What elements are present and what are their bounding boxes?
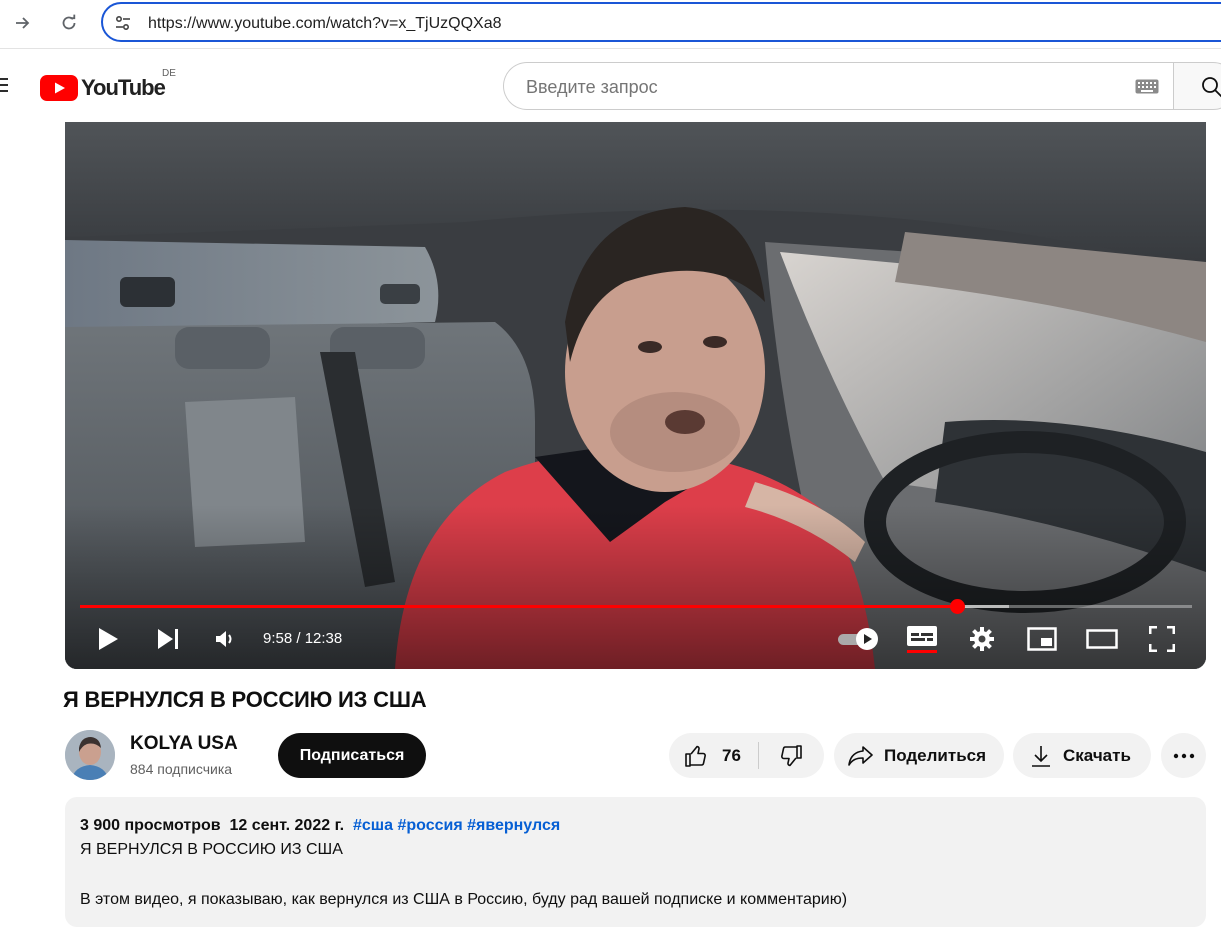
reload-icon: [62, 14, 76, 30]
keyboard-icon[interactable]: [1135, 79, 1159, 94]
subscriber-count: 884 подписчика: [130, 761, 233, 777]
hashtag-link[interactable]: #сша: [353, 817, 393, 834]
like-count: 76: [722, 745, 741, 765]
progress-played: [80, 605, 958, 608]
description-box[interactable]: 3 900 просмотров 12 сент. 2022 г. #сша #…: [65, 797, 1206, 927]
like-dislike-group: 76: [669, 733, 824, 778]
youtube-logo-icon: [40, 75, 78, 101]
youtube-logo[interactable]: YouTube DE: [40, 68, 176, 101]
share-label: Поделиться: [884, 745, 987, 765]
more-actions-button[interactable]: [1161, 733, 1206, 778]
progress-bar[interactable]: [80, 599, 1192, 614]
download-label: Скачать: [1063, 745, 1131, 765]
view-count: 3 900 просмотров: [80, 817, 221, 834]
fullscreen-icon: [1149, 626, 1175, 652]
theater-icon: [1086, 629, 1118, 649]
subtitles-icon: [907, 626, 937, 653]
video-title: Я ВЕРНУЛСЯ В РОССИЮ ИЗ США: [63, 687, 427, 712]
settings-button[interactable]: [967, 621, 997, 657]
reload-button[interactable]: [54, 8, 84, 38]
download-icon: [1032, 745, 1050, 767]
dislike-button[interactable]: [759, 733, 823, 778]
miniplayer-button[interactable]: [1025, 621, 1059, 657]
search-input[interactable]: [524, 73, 1108, 101]
search-box: [503, 62, 1173, 110]
url-text[interactable]: https://www.youtube.com/watch?v=x_TjUzQQ…: [148, 15, 501, 33]
description-meta: 3 900 просмотров 12 сент. 2022 г. #сша #…: [80, 817, 560, 835]
forward-icon: [16, 17, 30, 29]
logo-wordmark: YouTube: [81, 75, 166, 100]
search-icon: [1202, 77, 1221, 98]
forward-button[interactable]: [8, 8, 38, 38]
region-code: DE: [162, 68, 176, 79]
channel-avatar[interactable]: [65, 730, 115, 780]
play-button[interactable]: [93, 621, 123, 657]
like-button[interactable]: 76: [669, 733, 757, 778]
subscribe-button[interactable]: Подписаться: [278, 733, 426, 778]
theater-button[interactable]: [1085, 621, 1119, 657]
menu-icon[interactable]: [0, 77, 8, 93]
autoplay-toggle-icon: [838, 628, 878, 650]
browser-toolbar: https://www.youtube.com/watch?v=x_TjUzQQ…: [0, 0, 1221, 49]
settings-icon: [970, 627, 994, 651]
description-line: Я ВЕРНУЛСЯ В РОССИЮ ИЗ США: [80, 841, 343, 858]
address-bar[interactable]: https://www.youtube.com/watch?v=x_TjUzQQ…: [101, 2, 1221, 42]
fullscreen-button[interactable]: [1145, 621, 1179, 657]
site-settings-icon[interactable]: [113, 13, 133, 33]
upload-date: 12 сент. 2022 г.: [229, 817, 345, 834]
hashtag-link[interactable]: #россия: [397, 817, 462, 834]
next-icon: [158, 629, 178, 649]
share-button[interactable]: Поделиться: [834, 733, 1004, 778]
video-player[interactable]: 9:58 / 12:38: [65, 122, 1206, 669]
download-button[interactable]: Скачать: [1013, 733, 1151, 778]
volume-icon: [216, 631, 232, 647]
channel-name[interactable]: KOLYA USA: [130, 733, 238, 755]
autoplay-toggle[interactable]: [835, 621, 883, 657]
subtitles-button[interactable]: [905, 621, 939, 657]
like-icon: [685, 745, 706, 767]
dislike-icon: [781, 744, 802, 766]
share-icon: [848, 745, 873, 766]
search-button[interactable]: [1173, 62, 1221, 110]
miniplayer-icon: [1027, 627, 1057, 651]
more-icon: [1173, 753, 1194, 758]
time-display: 9:58 / 12:38: [263, 630, 343, 647]
play-icon: [99, 628, 118, 650]
description-line: В этом видео, я показываю, как вернулся …: [80, 891, 848, 908]
volume-button[interactable]: [210, 621, 240, 657]
next-button[interactable]: [153, 621, 183, 657]
masthead: YouTube DE: [0, 49, 1221, 121]
hashtag-link[interactable]: #явернулся: [467, 817, 560, 834]
avatar-image: [65, 730, 115, 780]
video-frame: [65, 122, 1206, 669]
